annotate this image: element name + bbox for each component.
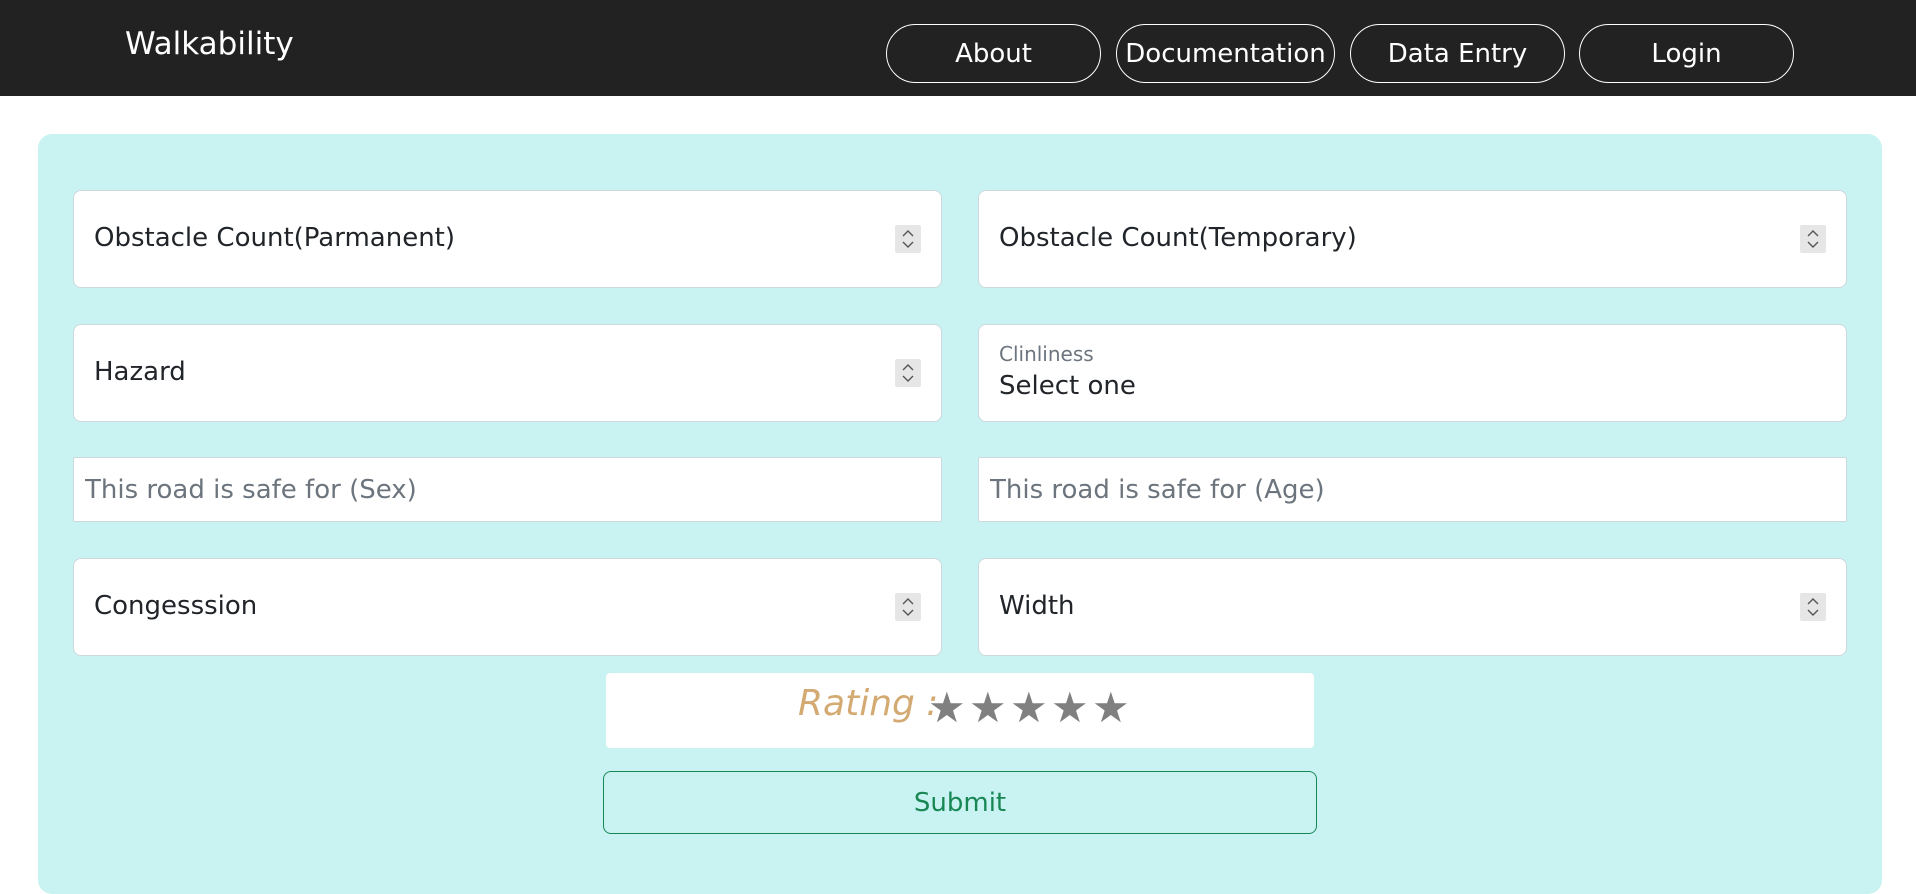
brand-logo[interactable]: Walkability — [125, 26, 294, 62]
star-icon[interactable]: ★ — [928, 687, 969, 729]
obstacle-temporary-label: Obstacle Count(Temporary) — [999, 223, 1357, 253]
nav-documentation-button[interactable]: Documentation — [1116, 24, 1335, 83]
star-icon[interactable]: ★ — [1010, 687, 1051, 729]
width-input[interactable]: Width — [978, 558, 1847, 656]
number-spinner-icon[interactable] — [1800, 225, 1826, 253]
rating-label: Rating : — [798, 683, 939, 724]
obstacle-permanent-input[interactable]: Obstacle Count(Parmanent) — [73, 190, 942, 288]
star-icon[interactable]: ★ — [1051, 687, 1092, 729]
rating-box: Rating : ★ ★ ★ ★ ★ — [606, 673, 1314, 748]
number-spinner-icon[interactable] — [1800, 593, 1826, 621]
obstacle-permanent-label: Obstacle Count(Parmanent) — [94, 223, 456, 253]
hazard-input[interactable]: Hazard — [73, 324, 942, 422]
number-spinner-icon[interactable] — [895, 593, 921, 621]
safe-sex-field — [73, 457, 942, 522]
star-icon[interactable]: ★ — [969, 687, 1010, 729]
number-spinner-icon[interactable] — [895, 225, 921, 253]
submit-button[interactable]: Submit — [603, 771, 1317, 834]
safe-age-input[interactable] — [979, 458, 1846, 521]
star-icon[interactable]: ★ — [1092, 687, 1133, 729]
nav-data-entry-button[interactable]: Data Entry — [1350, 24, 1565, 83]
nav-login-button[interactable]: Login — [1579, 24, 1794, 83]
number-spinner-icon[interactable] — [895, 359, 921, 387]
nav-about-button[interactable]: About — [886, 24, 1101, 83]
width-label: Width — [999, 591, 1075, 621]
safe-sex-input[interactable] — [74, 458, 941, 521]
cleanliness-value: Select one — [999, 371, 1136, 401]
congestion-input[interactable]: Congesssion — [73, 558, 942, 656]
obstacle-temporary-input[interactable]: Obstacle Count(Temporary) — [978, 190, 1847, 288]
hazard-label: Hazard — [94, 357, 186, 387]
safe-age-field — [978, 457, 1847, 522]
navbar: Walkability About Documentation Data Ent… — [0, 0, 1916, 96]
rating-stars: ★ ★ ★ ★ ★ — [928, 687, 1133, 729]
cleanliness-label: Clinliness — [999, 342, 1094, 366]
cleanliness-select[interactable]: Clinliness Select one — [978, 324, 1847, 422]
congestion-label: Congesssion — [94, 591, 258, 621]
